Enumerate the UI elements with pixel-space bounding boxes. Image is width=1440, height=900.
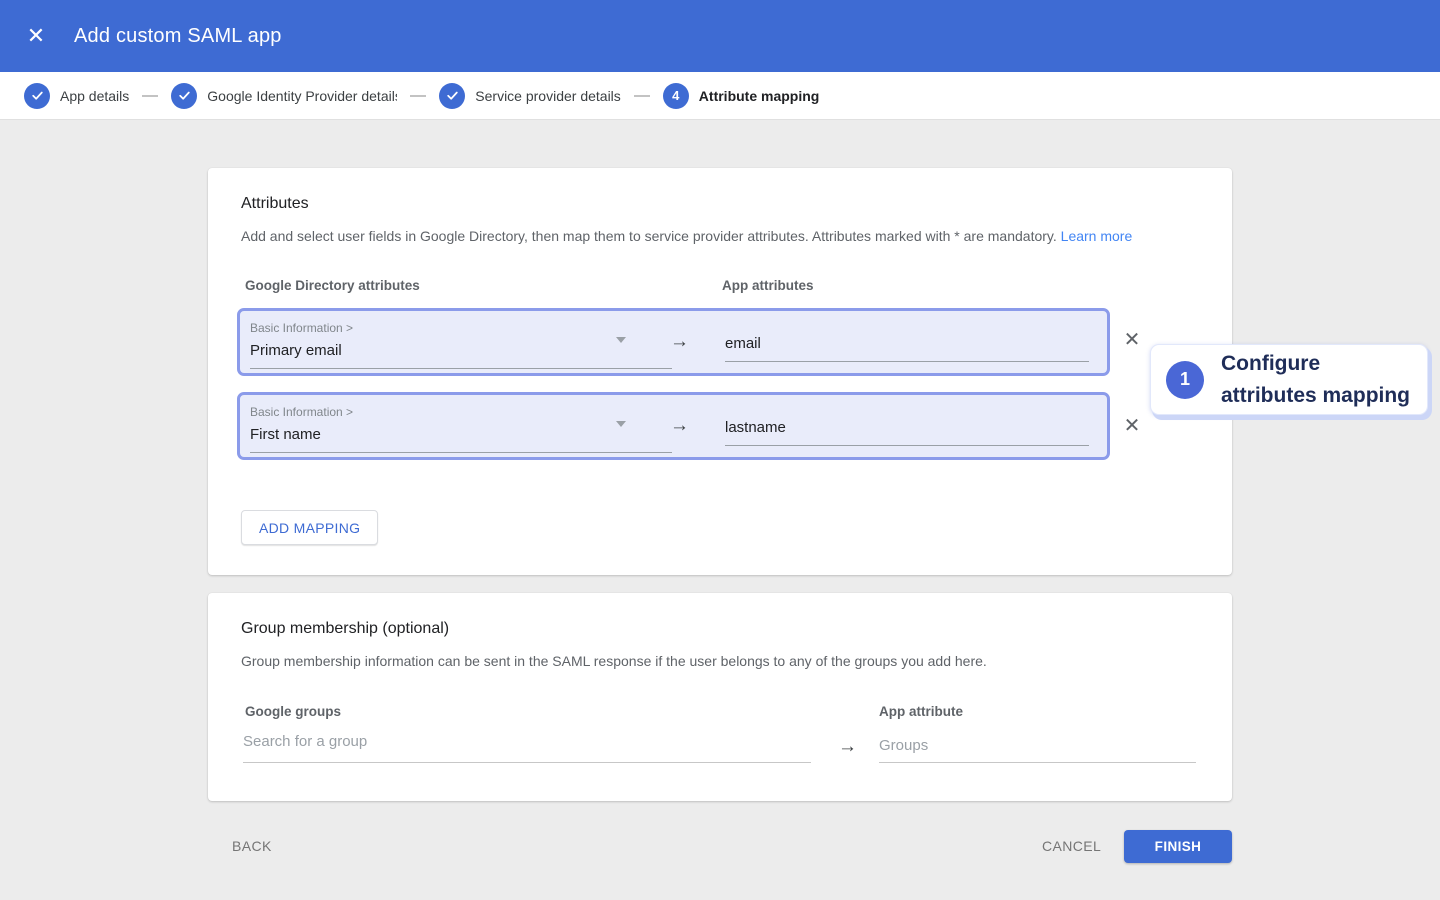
- wizard-stepper: App details Google Identity Provider det…: [0, 72, 1440, 120]
- step-app-details[interactable]: App details: [24, 83, 129, 109]
- remove-mapping-icon[interactable]: ✕: [1119, 413, 1145, 439]
- add-mapping-button[interactable]: ADD MAPPING: [241, 510, 378, 545]
- attribute-category-label: Basic Information >: [250, 321, 353, 335]
- column-header-google-directory: Google Directory attributes: [245, 278, 420, 293]
- learn-more-link[interactable]: Learn more: [1061, 228, 1133, 244]
- remove-mapping-icon[interactable]: ✕: [1119, 327, 1145, 353]
- dropdown-arrow-icon: [616, 337, 626, 343]
- check-circle-icon: [439, 83, 465, 109]
- step-label: Google Identity Provider details: [207, 88, 397, 104]
- input-underline: [243, 762, 811, 763]
- step-separator: [410, 95, 426, 97]
- step-service-provider-details[interactable]: Service provider details: [439, 83, 621, 109]
- callout-line2: attributes mapping: [1221, 384, 1410, 407]
- directory-attribute-select[interactable]: Basic Information > Primary email: [250, 311, 672, 373]
- step-google-idp-details[interactable]: Google Identity Provider details: [171, 83, 397, 109]
- callout-step-badge: 1: [1166, 361, 1204, 399]
- check-circle-icon: [171, 83, 197, 109]
- step-attribute-mapping[interactable]: 4 Attribute mapping: [663, 83, 820, 109]
- tutorial-callout: 1 Configure attributes mapping: [1150, 344, 1428, 415]
- input-underline: [725, 445, 1089, 446]
- attributes-card-title: Attributes: [241, 195, 309, 213]
- cancel-button[interactable]: CANCEL: [1042, 838, 1101, 854]
- close-icon[interactable]: ✕: [24, 25, 48, 47]
- app-attribute-value: email: [725, 335, 761, 352]
- description-text: Add and select user fields in Google Dir…: [241, 228, 1057, 244]
- app-header: ✕ Add custom SAML app: [0, 0, 1440, 72]
- column-header-app-attribute: App attribute: [879, 704, 963, 719]
- group-search-placeholder: Search for a group: [243, 733, 367, 750]
- group-card-title: Group membership (optional): [241, 620, 449, 638]
- arrow-right-icon: →: [670, 415, 689, 437]
- directory-attribute-select[interactable]: Basic Information > First name: [250, 395, 672, 457]
- group-membership-card: Group membership (optional) Group member…: [208, 593, 1232, 801]
- group-search-input[interactable]: Search for a group: [243, 731, 811, 771]
- attributes-card: Attributes Add and select user fields in…: [208, 168, 1232, 575]
- attributes-card-description: Add and select user fields in Google Dir…: [241, 228, 1171, 244]
- page-title: Add custom SAML app: [74, 25, 282, 48]
- step-label: App details: [60, 88, 129, 104]
- input-underline: [725, 361, 1089, 362]
- check-circle-icon: [24, 83, 50, 109]
- callout-text: Configure attributes mapping: [1221, 348, 1410, 412]
- group-card-description: Group membership information can be sent…: [241, 653, 1171, 669]
- app-attribute-input[interactable]: lastname: [725, 395, 1089, 457]
- mapping-row: Basic Information > Primary email → emai…: [237, 308, 1110, 376]
- finish-button[interactable]: FINISH: [1124, 830, 1232, 863]
- callout-line1: Configure: [1221, 352, 1320, 375]
- step-separator: [634, 95, 650, 97]
- step-number-badge: 4: [663, 83, 689, 109]
- arrow-right-icon: →: [670, 331, 689, 353]
- select-underline: [250, 452, 672, 453]
- step-separator: [142, 95, 158, 97]
- back-button[interactable]: BACK: [232, 838, 272, 854]
- step-label: Service provider details: [475, 88, 621, 104]
- attribute-selected-value: Primary email: [250, 342, 342, 359]
- app-attribute-value: lastname: [725, 419, 786, 436]
- dropdown-arrow-icon: [616, 421, 626, 427]
- attribute-category-label: Basic Information >: [250, 405, 353, 419]
- input-underline: [879, 762, 1196, 763]
- column-header-app-attributes: App attributes: [722, 278, 814, 293]
- app-attribute-input[interactable]: email: [725, 311, 1089, 373]
- mapping-row: Basic Information > First name → lastnam…: [237, 392, 1110, 460]
- column-header-google-groups: Google groups: [245, 704, 341, 719]
- step-label: Attribute mapping: [699, 88, 820, 104]
- select-underline: [250, 368, 672, 369]
- group-app-attribute-placeholder: Groups: [879, 737, 928, 754]
- group-app-attribute-input[interactable]: Groups: [879, 737, 1196, 777]
- arrow-right-icon: →: [838, 736, 857, 758]
- attribute-selected-value: First name: [250, 426, 321, 443]
